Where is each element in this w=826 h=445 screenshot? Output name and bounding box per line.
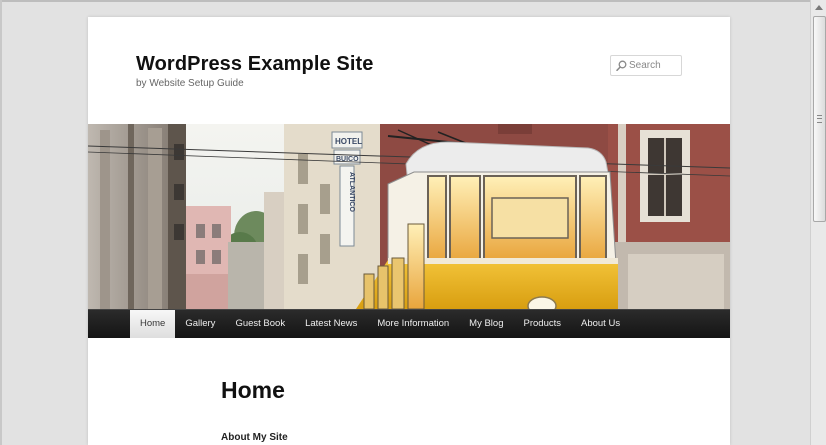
page-title: Home — [221, 377, 285, 403]
window-left-border — [0, 0, 2, 445]
scroll-up-arrow-icon[interactable] — [814, 3, 824, 11]
svg-text:HOTEL: HOTEL — [335, 137, 362, 146]
site-description: by Website Setup Guide — [136, 78, 244, 89]
svg-text:ATLANTICO: ATLANTICO — [348, 172, 355, 212]
nav-item-latest-news[interactable]: Latest News — [295, 310, 367, 338]
nav-item-home[interactable]: Home — [130, 310, 176, 338]
nav-item-guest-book[interactable]: Guest Book — [225, 310, 295, 338]
nav-item-about-us[interactable]: About Us — [571, 310, 630, 338]
header-image: HOTEL BUICO ATLANTICO — [88, 124, 730, 309]
search-box[interactable] — [610, 55, 682, 76]
nav-item-my-blog[interactable]: My Blog — [459, 310, 513, 338]
scrollbar-thumb[interactable] — [813, 16, 826, 222]
nav-menu: Home Gallery Guest Book Latest News More… — [130, 310, 630, 338]
site-title[interactable]: WordPress Example Site — [136, 53, 373, 76]
page-container: WordPress Example Site by Website Setup … — [88, 17, 730, 445]
vertical-scrollbar[interactable] — [810, 0, 826, 445]
search-icon — [616, 60, 627, 71]
search-input[interactable] — [628, 56, 679, 75]
nav-item-more-information[interactable]: More Information — [367, 310, 459, 338]
content-subheading: About My Site — [221, 432, 288, 443]
scrollbar-grip-icon — [817, 115, 822, 123]
nav-item-gallery[interactable]: Gallery — [175, 310, 225, 338]
header-photo-tram: HOTEL BUICO ATLANTICO — [88, 124, 730, 309]
nav-item-products[interactable]: Products — [514, 310, 572, 338]
main-navigation: Home Gallery Guest Book Latest News More… — [88, 309, 730, 338]
window-top-border — [0, 0, 826, 2]
